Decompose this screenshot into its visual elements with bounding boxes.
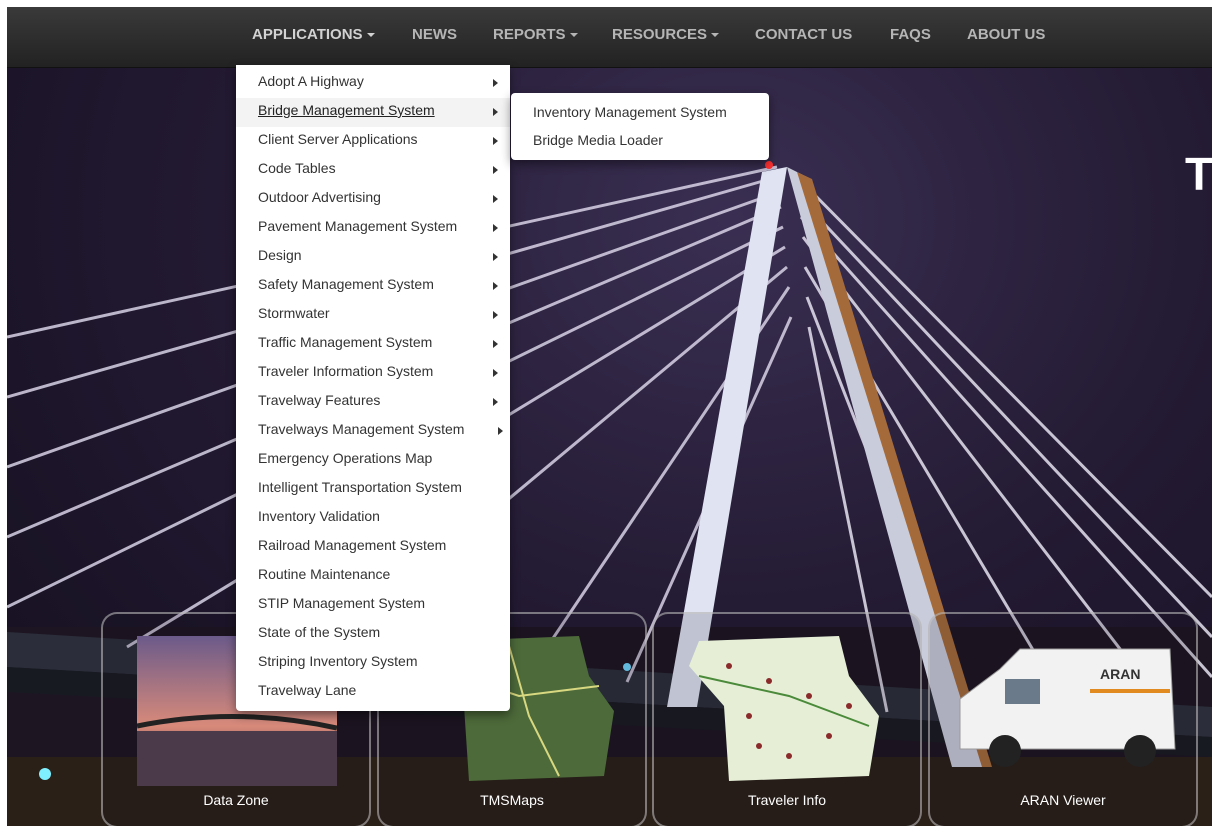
applications-dropdown-menu: Adopt A Highway Bridge Management System…: [236, 65, 510, 711]
menu-item-label: Inventory Validation: [258, 508, 380, 524]
menu-item-traveler-information-system[interactable]: Traveler Information System: [236, 359, 510, 388]
caret-right-icon: [493, 137, 498, 145]
menu-item-label: Intelligent Transportation System: [258, 479, 462, 495]
menu-item-design[interactable]: Design: [236, 243, 510, 272]
nav-about-us[interactable]: ABOUT US: [967, 7, 1045, 63]
nav-resources[interactable]: RESOURCES: [612, 7, 720, 63]
nav-label: APPLICATIONS: [252, 26, 363, 43]
menu-item-label: Design: [258, 247, 302, 263]
nav-reports[interactable]: REPORTS: [493, 7, 578, 63]
menu-item-label: Traveler Information System: [258, 363, 434, 379]
menu-item-label: Client Server Applications: [258, 131, 418, 147]
nav-applications[interactable]: APPLICATIONS: [252, 7, 375, 63]
menu-item-inventory-validation[interactable]: Inventory Validation: [236, 504, 510, 533]
menu-item-traffic-management-system[interactable]: Traffic Management System: [236, 330, 510, 359]
menu-item-label: State of the System: [258, 624, 381, 640]
menu-item-outdoor-advertising[interactable]: Outdoor Advertising: [236, 185, 510, 214]
menu-item-label: Traffic Management System: [258, 334, 433, 350]
nav-label: RESOURCES: [612, 26, 708, 43]
menu-item-label: Travelway Features: [258, 392, 381, 408]
nav-contact-us[interactable]: CONTACT US: [755, 7, 852, 63]
caret-right-icon: [493, 369, 498, 377]
menu-item-label: Adopt A Highway: [258, 73, 364, 89]
menu-item-routine-maintenance[interactable]: Routine Maintenance: [236, 562, 510, 591]
caret-right-icon: [493, 79, 498, 87]
caret-down-icon: [366, 33, 375, 38]
nav-faqs[interactable]: FAQS: [890, 7, 931, 63]
menu-item-striping-inventory-system[interactable]: Striping Inventory System: [236, 649, 510, 678]
nav-label: FAQS: [890, 26, 931, 43]
menu-item-label: Travelway Lane: [258, 682, 357, 698]
caret-right-icon: [493, 340, 498, 348]
menu-item-label: Emergency Operations Map: [258, 450, 433, 466]
menu-item-stip-management-system[interactable]: STIP Management System: [236, 591, 510, 620]
tile-aran-viewer[interactable]: ARAN ARAN Viewer: [928, 612, 1198, 826]
tile-label: TMSMaps: [480, 792, 544, 808]
submenu-item-bridge-media-loader[interactable]: Bridge Media Loader: [533, 132, 663, 148]
nav-label: ABOUT US: [967, 26, 1046, 43]
menu-item-label: Stormwater: [258, 305, 330, 321]
menu-item-railroad-management-system[interactable]: Railroad Management System: [236, 533, 510, 562]
menu-item-bridge-management-system[interactable]: Bridge Management System: [236, 98, 510, 127]
hero-banner: T Data Zone TMSMaps Traveler Info ARAN A…: [7, 67, 1212, 826]
tile-label: Data Zone: [203, 792, 269, 808]
menu-item-label: STIP Management System: [258, 595, 426, 611]
tile-label: Traveler Info: [747, 792, 827, 808]
caret-right-icon: [493, 253, 498, 261]
caret-right-icon: [493, 311, 498, 319]
nav-news[interactable]: NEWS: [412, 7, 457, 63]
menu-item-pavement-management-system[interactable]: Pavement Management System: [236, 214, 510, 243]
menu-item-label: Pavement Management System: [258, 218, 458, 234]
menu-item-stormwater[interactable]: Stormwater: [236, 301, 510, 330]
submenu-item-inventory-management-system[interactable]: Inventory Management System: [533, 104, 727, 120]
caret-down-icon: [569, 33, 578, 38]
nav-label: NEWS: [412, 26, 457, 43]
menu-item-safety-management-system[interactable]: Safety Management System: [236, 272, 510, 301]
missouri-traffic-map: [689, 636, 879, 781]
menu-item-label: Code Tables: [258, 160, 336, 176]
caret-right-icon: [493, 398, 498, 406]
caret-right-icon: [498, 427, 503, 435]
caret-right-icon: [493, 108, 498, 116]
menu-item-client-server-applications[interactable]: Client Server Applications: [236, 127, 510, 156]
bridge-management-submenu: Inventory Management System Bridge Media…: [511, 93, 769, 160]
menu-item-label: Bridge Management System: [258, 102, 435, 118]
caret-down-icon: [711, 33, 720, 38]
caret-right-icon: [493, 224, 498, 232]
menu-item-intelligent-transportation-system[interactable]: Intelligent Transportation System: [236, 475, 510, 504]
nav-label: CONTACT US: [755, 26, 853, 43]
menu-item-adopt-a-highway[interactable]: Adopt A Highway: [236, 69, 510, 98]
menu-item-travelways-management-system[interactable]: Travelways Management System: [236, 417, 510, 446]
menu-item-travelway-features[interactable]: Travelway Features: [236, 388, 510, 417]
caret-right-icon: [493, 195, 498, 203]
menu-item-label: Railroad Management System: [258, 537, 447, 553]
hero-heading-fragment: T: [1185, 148, 1212, 200]
tile-label: ARAN Viewer: [1020, 792, 1106, 808]
nav-label: REPORTS: [493, 26, 566, 43]
aran-logo: ARAN: [1100, 666, 1140, 682]
menu-item-label: Travelways Management System: [258, 421, 465, 437]
caret-right-icon: [493, 166, 498, 174]
menu-item-label: Safety Management System: [258, 276, 434, 292]
menu-item-travelway-lane[interactable]: Travelway Lane: [236, 678, 510, 707]
aran-van-image: ARAN: [959, 648, 1176, 767]
menu-item-label: Striping Inventory System: [258, 653, 418, 669]
menu-item-label: Outdoor Advertising: [258, 189, 381, 205]
menu-item-label: Routine Maintenance: [258, 566, 391, 582]
page-frame: T Data Zone TMSMaps Traveler Info ARAN A…: [7, 7, 1212, 826]
caret-right-icon: [493, 282, 498, 290]
menu-item-state-of-the-system[interactable]: State of the System: [236, 620, 510, 649]
tile-traveler-info[interactable]: Traveler Info: [652, 612, 922, 826]
menu-item-code-tables[interactable]: Code Tables: [236, 156, 510, 185]
top-navbar: APPLICATIONS NEWS REPORTS RESOURCES CONT…: [7, 7, 1212, 68]
menu-item-emergency-operations-map[interactable]: Emergency Operations Map: [236, 446, 510, 475]
